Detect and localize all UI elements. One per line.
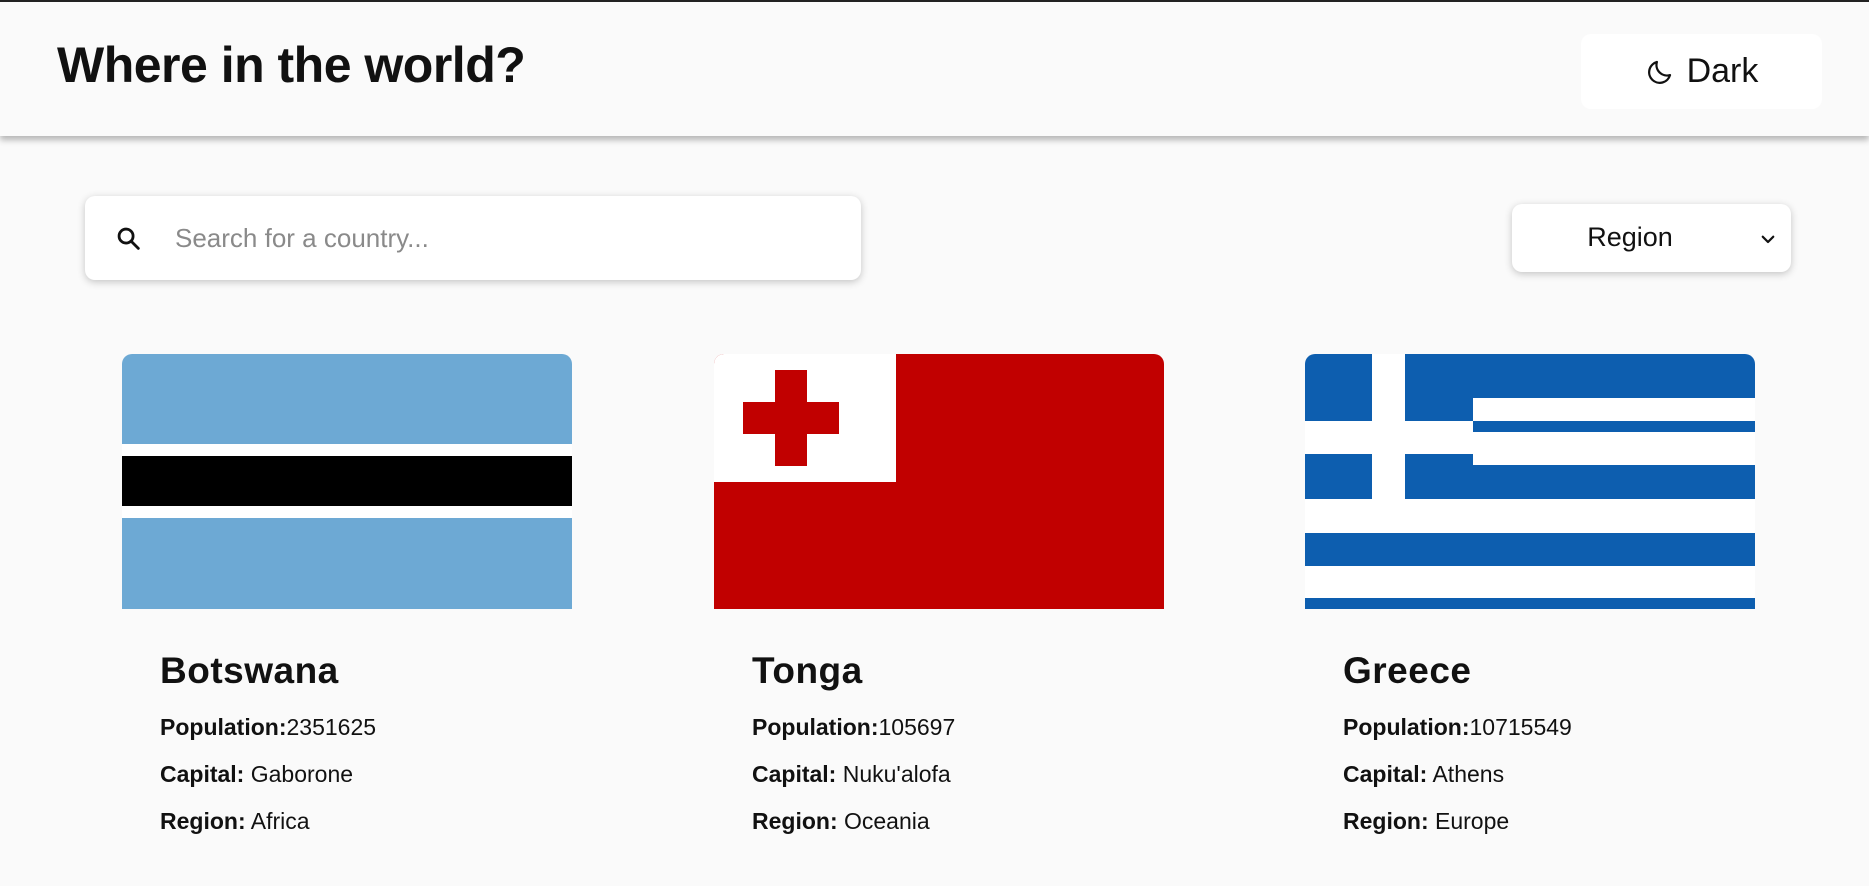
moon-icon xyxy=(1647,60,1671,84)
region-value: Europe xyxy=(1435,808,1510,834)
region-filter-select[interactable]: Region xyxy=(1512,204,1791,272)
region-row: Region: Europe xyxy=(1343,808,1509,835)
chevron-down-icon xyxy=(1761,235,1775,244)
capital-label: Capital: xyxy=(1343,761,1428,787)
population-value: 10715549 xyxy=(1469,714,1572,740)
capital-value: Athens xyxy=(1432,761,1505,787)
population-row: Population:10715549 xyxy=(1343,714,1572,741)
region-value: Oceania xyxy=(844,808,930,834)
region-label: Region: xyxy=(752,808,838,834)
flag-image-tonga xyxy=(714,354,1164,609)
population-label: Population: xyxy=(1343,714,1470,740)
country-card-greece[interactable]: Greece Population:10715549 Capital: Athe… xyxy=(1305,354,1755,886)
population-label: Population: xyxy=(160,714,287,740)
region-row: Region: Oceania xyxy=(752,808,930,835)
dark-mode-toggle[interactable]: Dark xyxy=(1581,34,1822,109)
search-input[interactable] xyxy=(175,196,835,280)
capital-value: Nuku'alofa xyxy=(842,761,951,787)
country-name: Botswana xyxy=(160,650,339,691)
country-name: Greece xyxy=(1343,650,1472,691)
population-label: Population: xyxy=(752,714,879,740)
population-row: Population:2351625 xyxy=(160,714,376,741)
site-header: Where in the world? Dark xyxy=(0,0,1869,136)
capital-row: Capital: Athens xyxy=(1343,761,1504,788)
country-name: Tonga xyxy=(752,650,863,691)
capital-row: Capital: Gaborone xyxy=(160,761,353,788)
region-label: Region: xyxy=(1343,808,1429,834)
population-value: 2351625 xyxy=(286,714,377,740)
flag-image-greece xyxy=(1305,354,1755,609)
population-value: 105697 xyxy=(878,714,956,740)
region-label: Region: xyxy=(160,808,246,834)
country-card-botswana[interactable]: Botswana Population:2351625 Capital: Gab… xyxy=(122,354,572,886)
region-filter-label: Region xyxy=(1587,222,1673,252)
region-value: Africa xyxy=(250,808,310,834)
site-title: Where in the world? xyxy=(57,37,526,93)
country-card-tonga[interactable]: Tonga Population:105697 Capital: Nuku'al… xyxy=(714,354,1164,886)
capital-label: Capital: xyxy=(160,761,245,787)
dark-mode-label: Dark xyxy=(1686,52,1759,90)
search-icon xyxy=(117,227,140,250)
population-row: Population:105697 xyxy=(752,714,955,741)
search-box[interactable] xyxy=(85,196,861,280)
flag-image-botswana xyxy=(122,354,572,609)
region-row: Region: Africa xyxy=(160,808,310,835)
capital-row: Capital: Nuku'alofa xyxy=(752,761,951,788)
capital-label: Capital: xyxy=(752,761,837,787)
capital-value: Gaborone xyxy=(250,761,354,787)
